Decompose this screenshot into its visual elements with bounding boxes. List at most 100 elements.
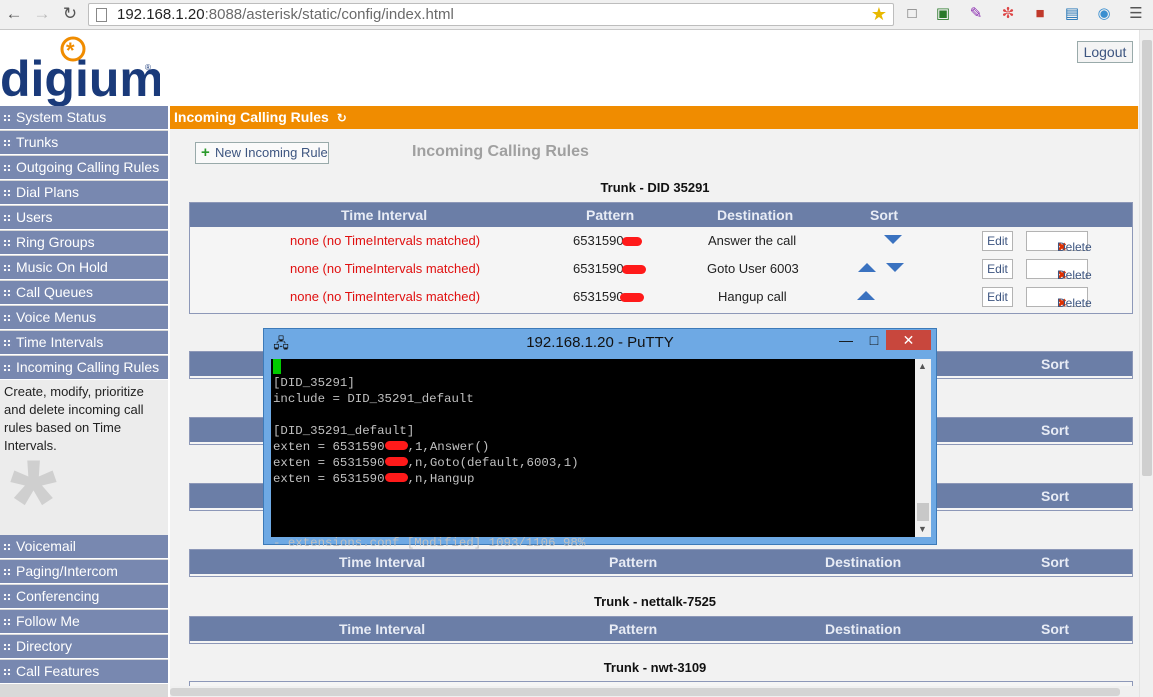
grid-icon <box>3 643 12 651</box>
sidebar-item-ring-groups[interactable]: Ring Groups <box>0 231 168 255</box>
new-incoming-rule-button[interactable]: + New Incoming Rule <box>195 142 329 164</box>
menu-icon[interactable]: ☰ <box>1126 4 1146 24</box>
sidebar-item-conferencing[interactable]: Conferencing <box>0 585 168 609</box>
scroll-up-icon[interactable]: ▲ <box>918 361 927 371</box>
svg-text:*: * <box>66 38 75 63</box>
grid-icon <box>3 214 12 222</box>
move-down-icon[interactable] <box>886 263 904 272</box>
sidebar-item-outgoing-calling-rules[interactable]: Outgoing Calling Rules <box>0 156 168 180</box>
putty-window[interactable]: 🖧 192.168.1.20 - PuTTY — □ ✕ [DID_35291]… <box>263 328 937 550</box>
col-sort: Sort <box>1041 488 1069 504</box>
edit-button[interactable]: Edit <box>982 231 1013 251</box>
sidebar-item-voicemail[interactable]: Voicemail <box>0 535 168 559</box>
move-up-icon[interactable] <box>857 291 875 300</box>
terminal-status-line: - extensions.conf [Modified] 1093/1106 9… <box>273 536 586 550</box>
delete-button[interactable]: ✖ Delete <box>1026 231 1092 254</box>
address-bar[interactable]: 192.168.1.20:8088/asterisk/static/config… <box>88 3 894 26</box>
col-sort: Sort <box>1041 422 1069 438</box>
destination-cell: Goto User 6003 <box>707 261 799 276</box>
sidebar-item-music-on-hold[interactable]: Music On Hold <box>0 256 168 280</box>
grid-icon <box>3 114 12 122</box>
extension-icon[interactable]: ■ <box>1030 4 1050 24</box>
terminal-line: [DID_35291] <box>273 376 355 390</box>
sidebar-item-time-intervals[interactable]: Time Intervals <box>0 331 168 355</box>
scroll-thumb[interactable] <box>917 503 929 521</box>
terminal-cursor <box>273 359 281 374</box>
panel-title: Incoming Calling Rules <box>174 109 329 125</box>
time-interval-cell: none (no TimeIntervals matched) <box>290 233 481 248</box>
sidebar-item-dial-plans[interactable]: Dial Plans <box>0 181 168 205</box>
extension-icon[interactable]: ✎ <box>966 4 986 24</box>
putty-title: 192.168.1.20 - PuTTY <box>526 334 674 351</box>
browser-toolbar: ← → ↻ 192.168.1.20:8088/asterisk/static/… <box>0 0 1153 30</box>
camera-icon[interactable]: ◉ <box>1094 4 1114 24</box>
terminal-line-tail: ,1,Answer() <box>407 440 490 454</box>
extension-icon[interactable]: ▣ <box>933 4 953 24</box>
back-icon[interactable]: ← <box>4 4 24 24</box>
url-path: :8088/asterisk/static/config/index.html <box>204 6 454 23</box>
color-picker-icon[interactable]: ✼ <box>998 4 1018 24</box>
sidebar-item-users[interactable]: Users <box>0 206 168 230</box>
col-pattern: Pattern <box>609 621 658 637</box>
sidebar-item-trunks[interactable]: Trunks <box>0 131 168 155</box>
delete-button[interactable]: ✖ Delete <box>1026 259 1092 282</box>
delete-button[interactable]: ✖ Delete <box>1026 287 1092 310</box>
sidebar-item-paging-intercom[interactable]: Paging/Intercom <box>0 560 168 584</box>
digium-logo: digium * ® <box>0 36 160 106</box>
putty-title-bar[interactable]: 🖧 192.168.1.20 - PuTTY — □ ✕ <box>264 329 936 357</box>
terminal-screen[interactable]: [DID_35291] include = DID_35291_default … <box>271 359 915 550</box>
refresh-icon[interactable]: ↻ <box>337 111 347 125</box>
forward-icon[interactable]: → <box>32 4 52 24</box>
sidebar-item-directory[interactable]: Directory <box>0 635 168 659</box>
destination-cell: Hangup call <box>718 289 787 304</box>
bookmark-star-icon[interactable]: ★ <box>871 4 887 25</box>
scroll-thumb[interactable] <box>170 688 1120 696</box>
table-row: none (no TimeIntervals matched) 6531590 … <box>190 283 1132 311</box>
logout-button[interactable]: Logout <box>1077 41 1133 63</box>
sidebar-item-follow-me[interactable]: Follow Me <box>0 610 168 634</box>
trunk-label: Trunk - nettalk-7525 <box>593 594 717 609</box>
edit-button[interactable]: Edit <box>982 287 1013 307</box>
minimize-icon[interactable]: — <box>836 330 856 350</box>
redaction-mark <box>620 293 644 302</box>
move-up-icon[interactable] <box>858 263 876 272</box>
extension-icon[interactable]: ▤ <box>1062 4 1082 24</box>
col-sort: Sort <box>1041 554 1069 570</box>
rules-table-did-35291: Time Interval Pattern Destination Sort n… <box>189 202 1133 314</box>
sidebar-description: * Create, modify, prioritize and delete … <box>0 380 168 535</box>
grid-icon <box>3 543 12 551</box>
grid-icon <box>3 314 12 322</box>
sidebar-item-incoming-calling-rules[interactable]: Incoming Calling Rules <box>0 356 168 380</box>
grid-icon <box>3 668 12 676</box>
sidebar-item-system-status[interactable]: System Status <box>0 106 168 130</box>
scroll-down-icon[interactable]: ▼ <box>918 524 927 534</box>
sidebar-item-call-features[interactable]: Call Features <box>0 660 168 684</box>
col-pattern: Pattern <box>609 554 658 570</box>
sidebar-item-call-queues[interactable]: Call Queues <box>0 281 168 305</box>
terminal-line: include = DID_35291_default <box>273 392 474 406</box>
col-sort: Sort <box>870 207 898 223</box>
grid-icon <box>3 164 12 172</box>
grid-icon <box>3 264 12 272</box>
sidebar-item-voice-menus[interactable]: Voice Menus <box>0 306 168 330</box>
reload-icon[interactable]: ↻ <box>60 4 80 24</box>
redaction-mark <box>384 457 408 466</box>
grid-icon <box>3 289 12 297</box>
redaction-mark <box>622 265 646 274</box>
maximize-icon[interactable]: □ <box>864 330 884 350</box>
move-down-icon[interactable] <box>884 235 902 244</box>
trunk-label: Trunk - nwt-3109 <box>603 660 707 675</box>
rules-table: Time Interval Pattern Destination Sort <box>189 549 1133 577</box>
page-vertical-scrollbar[interactable] <box>1139 30 1153 697</box>
redaction-mark <box>622 237 642 246</box>
scroll-thumb[interactable] <box>1142 40 1152 476</box>
page-horizontal-scrollbar[interactable] <box>170 686 1139 697</box>
pattern-cell: 6531590 <box>573 261 624 276</box>
url-host: 192.168.1.20 <box>117 6 205 23</box>
col-time-interval: Time Interval <box>339 554 426 570</box>
terminal-scrollbar[interactable]: ▲ ▼ <box>915 359 931 537</box>
close-icon[interactable]: ✕ <box>886 330 931 350</box>
extension-icon[interactable]: □ <box>902 4 922 24</box>
terminal-line-tail: ,n,Goto(default,6003,1) <box>407 456 579 470</box>
edit-button[interactable]: Edit <box>982 259 1013 279</box>
